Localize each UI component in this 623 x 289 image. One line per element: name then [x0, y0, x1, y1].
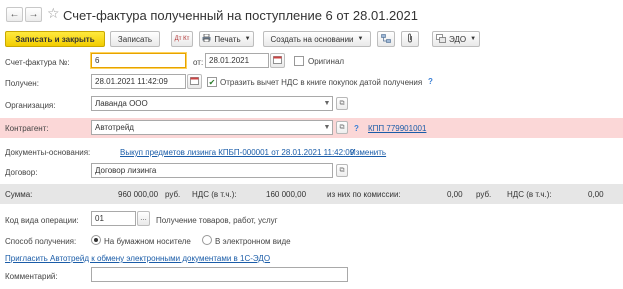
invoice-number-input[interactable]: 6 — [91, 53, 186, 68]
open-link-icon: ⧉ — [339, 166, 345, 174]
contract-value: Договор лизинга — [95, 166, 157, 175]
help-icon[interactable]: ? — [354, 124, 359, 133]
calendar-icon — [190, 76, 199, 87]
favorite-star-icon[interactable]: ☆ — [47, 5, 60, 22]
help-icon[interactable]: ? — [428, 77, 433, 86]
contract-label: Договор: — [5, 168, 38, 177]
operation-code-select-button[interactable]: … — [137, 211, 150, 226]
base-documents-label: Документы-основания: — [5, 148, 91, 157]
edo-button[interactable]: ЭДО ▼ — [432, 31, 480, 47]
contractor-dropdown-button[interactable]: ▼ — [321, 120, 333, 135]
edo-icon — [436, 33, 446, 45]
contractor-input[interactable]: Автотрейд — [91, 120, 333, 135]
contract-input[interactable]: Договор лизинга — [91, 163, 333, 178]
receiving-method-label: Способ получения: — [5, 237, 77, 246]
contractor-label: Контрагент: — [5, 124, 49, 133]
sum-currency: руб. — [165, 190, 181, 199]
contractor-open-button[interactable]: ⧉ — [336, 121, 348, 134]
hierarchy-icon — [381, 33, 391, 45]
invoice-date-input[interactable]: 28.01.2021 — [205, 53, 269, 68]
calendar-icon — [273, 55, 282, 66]
create-based-on-button[interactable]: Создать на основании ▼ — [263, 31, 371, 47]
arrow-right-icon: → — [28, 9, 39, 20]
chevron-down-icon: ▼ — [323, 124, 331, 131]
invoice-date-label: от: — [193, 58, 204, 67]
kpp-link[interactable]: КПП 779901001 — [368, 124, 426, 133]
invoice-number-label: Счет-фактура №: — [5, 58, 70, 67]
checkmark-icon: ✔ — [208, 77, 216, 87]
invite-edo-link[interactable]: Пригласить Автотрейд к обмену электронны… — [5, 254, 270, 263]
base-document-link[interactable]: Выкуп предметов лизинга КПБП-000001 от 2… — [120, 148, 354, 157]
printer-icon — [202, 33, 211, 44]
paper-radio[interactable] — [91, 235, 101, 245]
comment-label: Комментарий: — [5, 272, 58, 281]
print-button[interactable]: Печать ▼ — [199, 31, 254, 47]
reflect-vat-checkbox[interactable]: ✔ — [207, 77, 217, 87]
organization-value: Лаванда ООО — [95, 99, 148, 108]
organization-dropdown-button[interactable]: ▼ — [321, 96, 333, 111]
reflect-vat-label: Отразить вычет НДС в книге покупок датой… — [220, 78, 423, 87]
chevron-down-icon: ▼ — [323, 100, 331, 107]
radio-selected-dot — [94, 238, 98, 242]
comment-input[interactable] — [91, 267, 348, 282]
page-title: Счет-фактура полученный на поступление 6… — [63, 8, 418, 23]
electronic-option-label: В электронном виде — [215, 237, 291, 246]
commission-value: 0,00 — [447, 190, 463, 199]
arrow-left-icon: ← — [9, 9, 20, 20]
edo-label: ЭДО — [448, 34, 467, 44]
chevron-down-icon: ▼ — [470, 36, 477, 42]
organization-open-button[interactable]: ⧉ — [336, 97, 348, 110]
post-and-close-button[interactable]: Записать и закрыть — [5, 31, 105, 47]
contract-open-button[interactable]: ⧉ — [336, 164, 348, 177]
commission-currency: руб. — [476, 190, 492, 199]
contractor-value: Автотрейд — [95, 123, 134, 132]
open-link-icon: ⧉ — [339, 99, 345, 107]
paperclip-icon — [406, 33, 414, 45]
original-label: Оригинал — [308, 57, 345, 66]
save-button[interactable]: Записать — [110, 31, 160, 47]
paper-option-label: На бумажном носителе — [104, 237, 191, 246]
print-label: Печать — [214, 34, 241, 44]
change-documents-link[interactable]: Изменить — [350, 148, 386, 157]
received-date-calendar-button[interactable] — [187, 74, 202, 89]
organization-input[interactable]: Лаванда ООО — [91, 96, 333, 111]
operation-code-label: Код вида операции: — [5, 216, 79, 225]
vat-value: 160 000,00 — [266, 190, 307, 199]
commission-vat-value: 0,00 — [588, 190, 604, 199]
ellipsis-icon: … — [140, 215, 147, 222]
commission-label: из них по комиссии: — [327, 190, 401, 199]
operation-code-input[interactable]: 01 — [91, 211, 136, 226]
invoice-date-calendar-button[interactable] — [270, 53, 285, 68]
received-date-input[interactable]: 28.01.2021 11:42:09 — [91, 74, 186, 89]
attach-file-button[interactable] — [401, 31, 419, 47]
back-button[interactable]: ← — [6, 7, 23, 22]
commission-vat-label: НДС (в т.ч.): — [507, 190, 552, 199]
chevron-down-icon: ▼ — [357, 36, 364, 42]
sum-label: Сумма: — [5, 190, 33, 199]
forward-button[interactable]: → — [25, 7, 42, 22]
chevron-down-icon: ▼ — [244, 36, 251, 42]
operation-code-description: Получение товаров, работ, услуг — [156, 216, 278, 225]
organization-label: Организация: — [5, 101, 56, 110]
dt-kt-icon: Дт Кт — [174, 36, 190, 42]
vat-label: НДС (в т.ч.): — [192, 190, 237, 199]
dt-kt-button[interactable]: Дт Кт — [171, 31, 193, 47]
open-link-icon: ⧉ — [339, 123, 345, 131]
structure-button[interactable] — [377, 31, 395, 47]
electronic-radio[interactable] — [202, 235, 212, 245]
original-checkbox[interactable] — [294, 56, 304, 66]
received-label: Получен: — [5, 79, 39, 88]
sum-value: 960 000,00 — [118, 190, 159, 199]
create-based-on-label: Создать на основании — [270, 34, 354, 44]
